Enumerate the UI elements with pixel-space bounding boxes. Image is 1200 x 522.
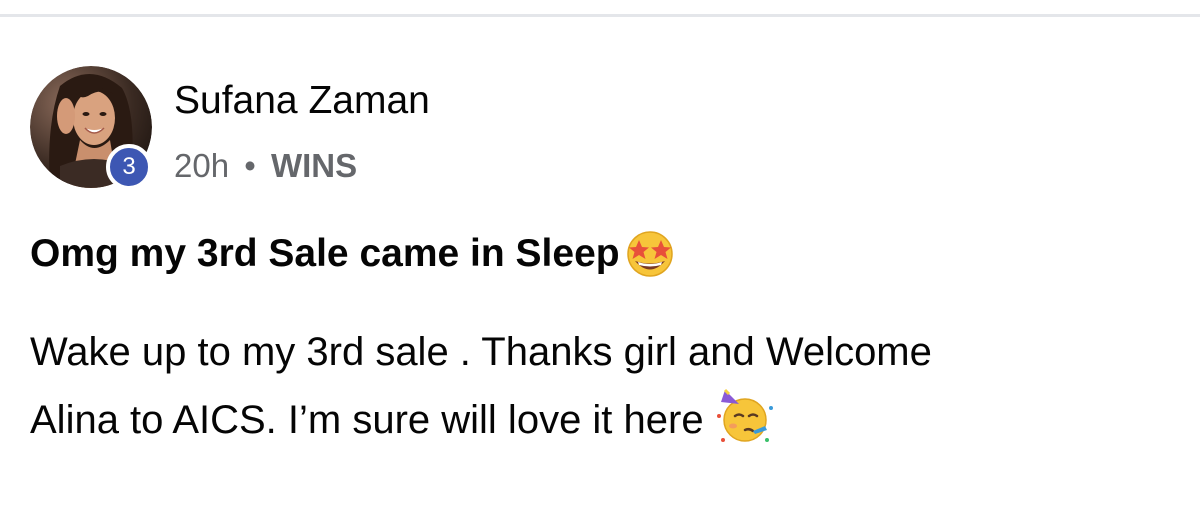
post-title: Omg my 3rd Sale came in Sleep bbox=[30, 226, 680, 282]
author-name-link[interactable]: Sufana Zaman bbox=[174, 78, 430, 124]
post-title-text: Omg my 3rd Sale came in Sleep bbox=[30, 232, 620, 275]
post-body: Wake up to my 3rd sale . Thanks girl and… bbox=[30, 318, 1170, 454]
post-body-line-2-text: Alina to AICS. I’m sure will love it her… bbox=[30, 398, 704, 442]
member-level-badge: 3 bbox=[106, 144, 152, 190]
post-meta: 20h • WINS bbox=[174, 146, 357, 186]
post-body-line-1: Wake up to my 3rd sale . Thanks girl and… bbox=[30, 330, 932, 374]
post-category-topic[interactable]: WINS bbox=[271, 147, 357, 184]
partying-face-emoji-icon bbox=[716, 389, 773, 443]
post-card: 3 Sufana Zaman 20h • WINS Omg my 3rd Sal… bbox=[0, 0, 1200, 522]
post-body-line-2: Alina to AICS. I’m sure will love it her… bbox=[30, 386, 1170, 454]
meta-separator: • bbox=[244, 147, 256, 184]
post-timestamp[interactable]: 20h bbox=[174, 147, 229, 184]
author-avatar[interactable]: 3 bbox=[30, 66, 152, 190]
star-struck-emoji-icon bbox=[626, 230, 673, 277]
